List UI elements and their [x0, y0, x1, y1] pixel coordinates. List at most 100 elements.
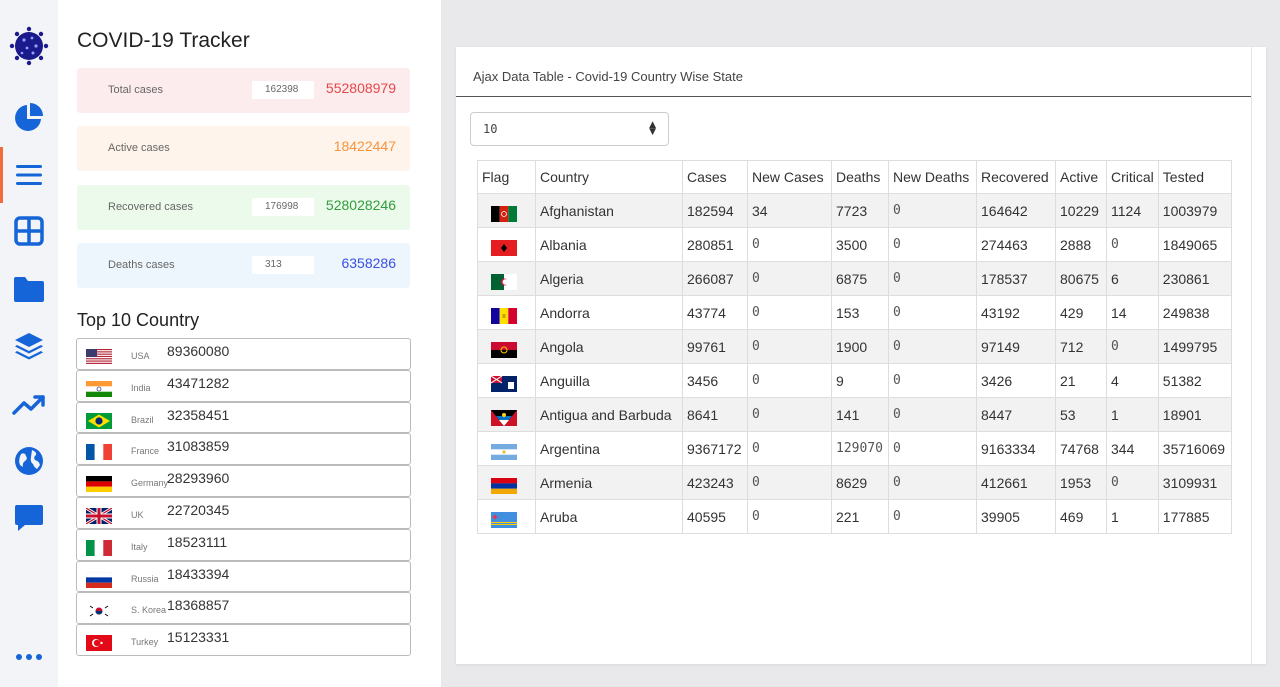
- cell-deaths: 6875: [831, 261, 889, 296]
- folder-icon[interactable]: [11, 271, 47, 307]
- table-row: Angola 99761 0 1900 0 97149 712 0 1499795: [477, 329, 1232, 364]
- cell-cases: 423243: [682, 465, 748, 500]
- top-country-item[interactable]: France 31083859: [76, 433, 411, 466]
- flag-cell: [477, 363, 536, 398]
- flag-cell: [477, 261, 536, 296]
- cell-critical: 1: [1106, 499, 1159, 534]
- globe-icon[interactable]: [11, 443, 47, 479]
- stat-label: Total cases: [108, 84, 164, 96]
- stat-label: Active cases: [108, 142, 170, 154]
- country-name: Brazil: [131, 414, 154, 425]
- country-count: 32358451: [167, 406, 230, 423]
- column-header[interactable]: Critical: [1106, 160, 1159, 194]
- active-cases-card: Active cases 18422447: [77, 126, 410, 171]
- table-row: Afghanistan 182594 34 7723 0 164642 10229 1124 1…: [477, 193, 1232, 228]
- layers-icon[interactable]: [11, 328, 47, 364]
- cell-recovered: 8447: [976, 397, 1056, 432]
- cell-country: Afghanistan: [535, 193, 683, 228]
- top-country-item[interactable]: India 43471282: [76, 369, 411, 402]
- cell-country: Andorra: [535, 295, 683, 330]
- cell-recovered: 274463: [976, 227, 1056, 262]
- cell-new-cases: 0: [747, 431, 832, 466]
- flag-de-icon: [86, 476, 112, 493]
- column-header[interactable]: New Deaths: [888, 160, 977, 194]
- cell-deaths: 153: [831, 295, 889, 330]
- pie-chart-icon[interactable]: [11, 99, 47, 135]
- cell-active: 429: [1055, 295, 1107, 330]
- cell-cases: 43774: [682, 295, 748, 330]
- table-row: Armenia 423243 0 8629 0 412661 1953 0 3109931: [477, 465, 1232, 500]
- trending-up-icon[interactable]: [11, 387, 47, 423]
- more-icon[interactable]: [11, 639, 47, 675]
- column-header[interactable]: Flag: [477, 160, 536, 194]
- cell-recovered: 412661: [976, 465, 1056, 500]
- cell-new-cases: 34: [747, 193, 832, 228]
- country-table: Flag Country Cases New Cases Deaths New Death…: [477, 160, 1232, 534]
- flag-cell: [477, 465, 536, 500]
- column-header[interactable]: New Cases: [747, 160, 832, 194]
- flag-cell: [477, 431, 536, 466]
- column-header[interactable]: Country: [535, 160, 683, 194]
- cell-deaths: 7723: [831, 193, 889, 228]
- cell-tested: 1849065: [1157, 227, 1232, 262]
- country-count: 18368857: [167, 597, 230, 614]
- stat-label: Recovered cases: [108, 201, 193, 213]
- cell-recovered: 43192: [976, 295, 1056, 330]
- flag-us-icon: [86, 349, 112, 365]
- top-country-item[interactable]: Germany 28293960: [76, 465, 411, 497]
- recovered-cases-card: Recovered cases 176998 528028246: [77, 185, 410, 230]
- cell-tested: 3109931: [1157, 465, 1232, 500]
- cell-country: Antigua and Barbuda: [535, 397, 683, 432]
- top-country-item[interactable]: Russia 18433394: [76, 560, 411, 593]
- cell-recovered: 178537: [976, 261, 1056, 296]
- top-country-item[interactable]: Italy 18523111: [76, 528, 411, 561]
- column-header[interactable]: Tested: [1157, 160, 1232, 194]
- top-country-item[interactable]: S. Korea 18368857: [76, 592, 411, 625]
- cell-new-cases: 0: [747, 465, 832, 500]
- country-count: 18523111: [167, 533, 228, 550]
- top-country-item[interactable]: UK 22720345: [76, 496, 411, 529]
- card-scrollbar[interactable]: [1251, 47, 1266, 664]
- page-size-select[interactable]: 10 ▲ ▼: [470, 112, 669, 146]
- top-countries-list: USA 89360080 India 43471282 Brazil 32358451 Fr…: [76, 338, 411, 656]
- cell-cases: 266087: [682, 261, 748, 296]
- grid-icon[interactable]: [11, 213, 47, 249]
- country-name: Turkey: [131, 637, 159, 648]
- cell-cases: 3456: [682, 363, 748, 398]
- cell-critical: 14: [1106, 295, 1159, 330]
- top-countries-title: Top 10 Country: [77, 310, 200, 330]
- top-country-item[interactable]: Turkey 15123331: [76, 624, 411, 656]
- cell-new-deaths: 0: [888, 465, 977, 500]
- cell-new-deaths: 0: [888, 499, 977, 534]
- cell-new-deaths: 0: [888, 431, 977, 466]
- table-body: Afghanistan 182594 34 7723 0 164642 10229 1124 1…: [477, 193, 1232, 534]
- column-header[interactable]: Deaths: [831, 160, 889, 194]
- menu-icon[interactable]: [11, 157, 47, 193]
- virus-logo[interactable]: [9, 26, 49, 66]
- chat-icon[interactable]: [11, 500, 47, 536]
- flag-cell: [477, 329, 536, 364]
- column-header[interactable]: Cases: [682, 160, 748, 194]
- cell-tested: 1499795: [1157, 329, 1232, 364]
- stat-value: 18422447: [333, 138, 396, 154]
- cell-critical: 1: [1106, 397, 1159, 432]
- cell-new-cases: 0: [747, 397, 832, 432]
- country-count: 89360080: [167, 343, 230, 359]
- country-count: 15123331: [167, 629, 230, 646]
- cell-new-deaths: 0: [888, 295, 977, 330]
- flag-ag-icon: [491, 409, 517, 426]
- total-cases-card: Total cases 162398 552808979: [77, 68, 410, 113]
- cell-active: 80675: [1055, 261, 1107, 296]
- table-row: Algeria 266087 0 6875 0 178537 80675 6 230861: [477, 261, 1232, 296]
- flag-al-icon: [491, 239, 517, 256]
- country-name: Russia: [131, 573, 159, 584]
- flag-in-icon: [86, 380, 112, 397]
- icon-rail: [0, 0, 58, 687]
- top-country-item[interactable]: USA 89360080: [76, 338, 411, 370]
- top-country-item[interactable]: Brazil 32358451: [76, 401, 411, 434]
- cell-recovered: 164642: [976, 193, 1056, 228]
- page-size-value: 10: [483, 122, 498, 136]
- column-header[interactable]: Active: [1055, 160, 1107, 194]
- table-header-row: Flag Country Cases New Cases Deaths New Death…: [477, 160, 1232, 194]
- column-header[interactable]: Recovered: [976, 160, 1056, 194]
